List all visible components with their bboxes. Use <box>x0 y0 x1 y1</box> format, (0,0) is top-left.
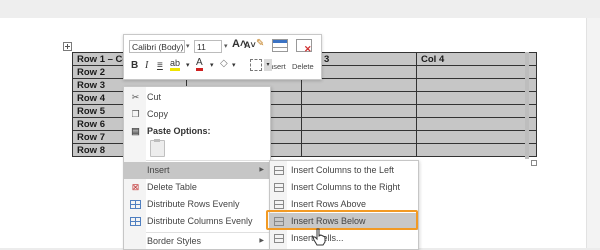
clipboard-icon: ▤ <box>131 126 140 136</box>
chevron-right-icon: ▶ <box>259 167 264 173</box>
menu-item-delete-table[interactable]: ⊠ Delete Table <box>124 179 270 196</box>
highlight-callout <box>266 210 418 230</box>
table-cell[interactable]: Col 4 <box>416 52 537 66</box>
menu-item-insert[interactable]: Insert ▶ <box>124 162 270 179</box>
shrink-font-button[interactable]: A˅ <box>244 40 256 50</box>
column-resize-hint <box>525 52 529 159</box>
hand-cursor-icon <box>312 228 326 246</box>
menu-item-copy[interactable]: ❐ Copy <box>124 106 270 123</box>
word-document-page: Row 1 – Col 1 Col 3 Col 4 Row 2 Row 3 Ro… <box>0 0 600 250</box>
shading-bucket-icon[interactable]: ◇ <box>220 58 228 70</box>
underline-icon[interactable]: ≡ <box>157 60 163 72</box>
menu-item-distribute-columns[interactable]: Distribute Columns Evenly <box>124 213 270 230</box>
font-color-icon[interactable]: A <box>196 58 203 71</box>
menu-item-distribute-rows[interactable]: Distribute Rows Evenly <box>124 196 270 213</box>
format-painter-icon[interactable]: ✎ <box>256 38 264 49</box>
top-strip <box>0 0 600 18</box>
borders-icon[interactable] <box>250 59 262 71</box>
insert-rows-above-icon <box>274 200 284 209</box>
font-name-box[interactable]: Calibri (Body) <box>129 40 185 53</box>
context-menu: ✂ Cut ❐ Copy ▤ Paste Options: Insert ▶ ⊠… <box>123 86 271 250</box>
highlight-color-icon[interactable]: ab <box>170 58 181 71</box>
page-edge <box>586 18 600 248</box>
insert-submenu: Insert Columns to the Left Insert Column… <box>269 160 419 250</box>
submenu-item-insert-columns-left[interactable]: Insert Columns to the Left <box>270 162 418 179</box>
distribute-rows-icon <box>130 200 141 209</box>
delete-x-icon: ✕ <box>304 44 312 54</box>
chevron-down-icon[interactable]: ▾ <box>210 60 214 72</box>
chevron-down-icon[interactable]: ▾ <box>224 40 228 53</box>
chevron-down-icon[interactable]: ▾ <box>186 60 190 72</box>
chevron-right-icon: ▶ <box>259 238 264 244</box>
menu-separator <box>146 160 270 161</box>
paste-keep-formatting-icon[interactable] <box>150 139 165 157</box>
mini-toolbar: Calibri (Body) ▾ 11 ▾ A˄ A˅ ✎ Insert ✕ D… <box>123 34 322 80</box>
delete-button[interactable]: Delete <box>292 62 314 71</box>
distribute-columns-icon <box>130 217 141 226</box>
italic-button[interactable]: I <box>145 60 148 72</box>
insert-cells-icon <box>274 234 284 243</box>
chevron-down-icon[interactable]: ▾ <box>264 59 272 71</box>
insert-table-icon[interactable] <box>272 39 288 52</box>
submenu-item-insert-columns-right[interactable]: Insert Columns to the Right <box>270 179 418 196</box>
chevron-down-icon[interactable]: ▾ <box>186 40 190 53</box>
scissors-icon: ✂ <box>131 92 140 102</box>
copy-icon: ❐ <box>131 109 140 119</box>
delete-table-icon: ⊠ <box>131 182 140 192</box>
insert-columns-left-icon <box>274 166 284 175</box>
font-size-box[interactable]: 11 <box>194 40 222 53</box>
table-move-handle-icon[interactable] <box>63 42 72 51</box>
menu-item-border-styles[interactable]: Border Styles ▶ <box>124 233 270 250</box>
chevron-down-icon[interactable]: ▾ <box>232 60 236 72</box>
menu-item-cut[interactable]: ✂ Cut <box>124 89 270 106</box>
table-resize-handle[interactable] <box>531 160 537 166</box>
bold-button[interactable]: B <box>131 60 138 72</box>
insert-columns-right-icon <box>274 183 284 192</box>
submenu-item-insert-cells[interactable]: Insert Cells... <box>270 230 418 247</box>
paste-options-header: ▤ Paste Options: <box>131 126 211 136</box>
